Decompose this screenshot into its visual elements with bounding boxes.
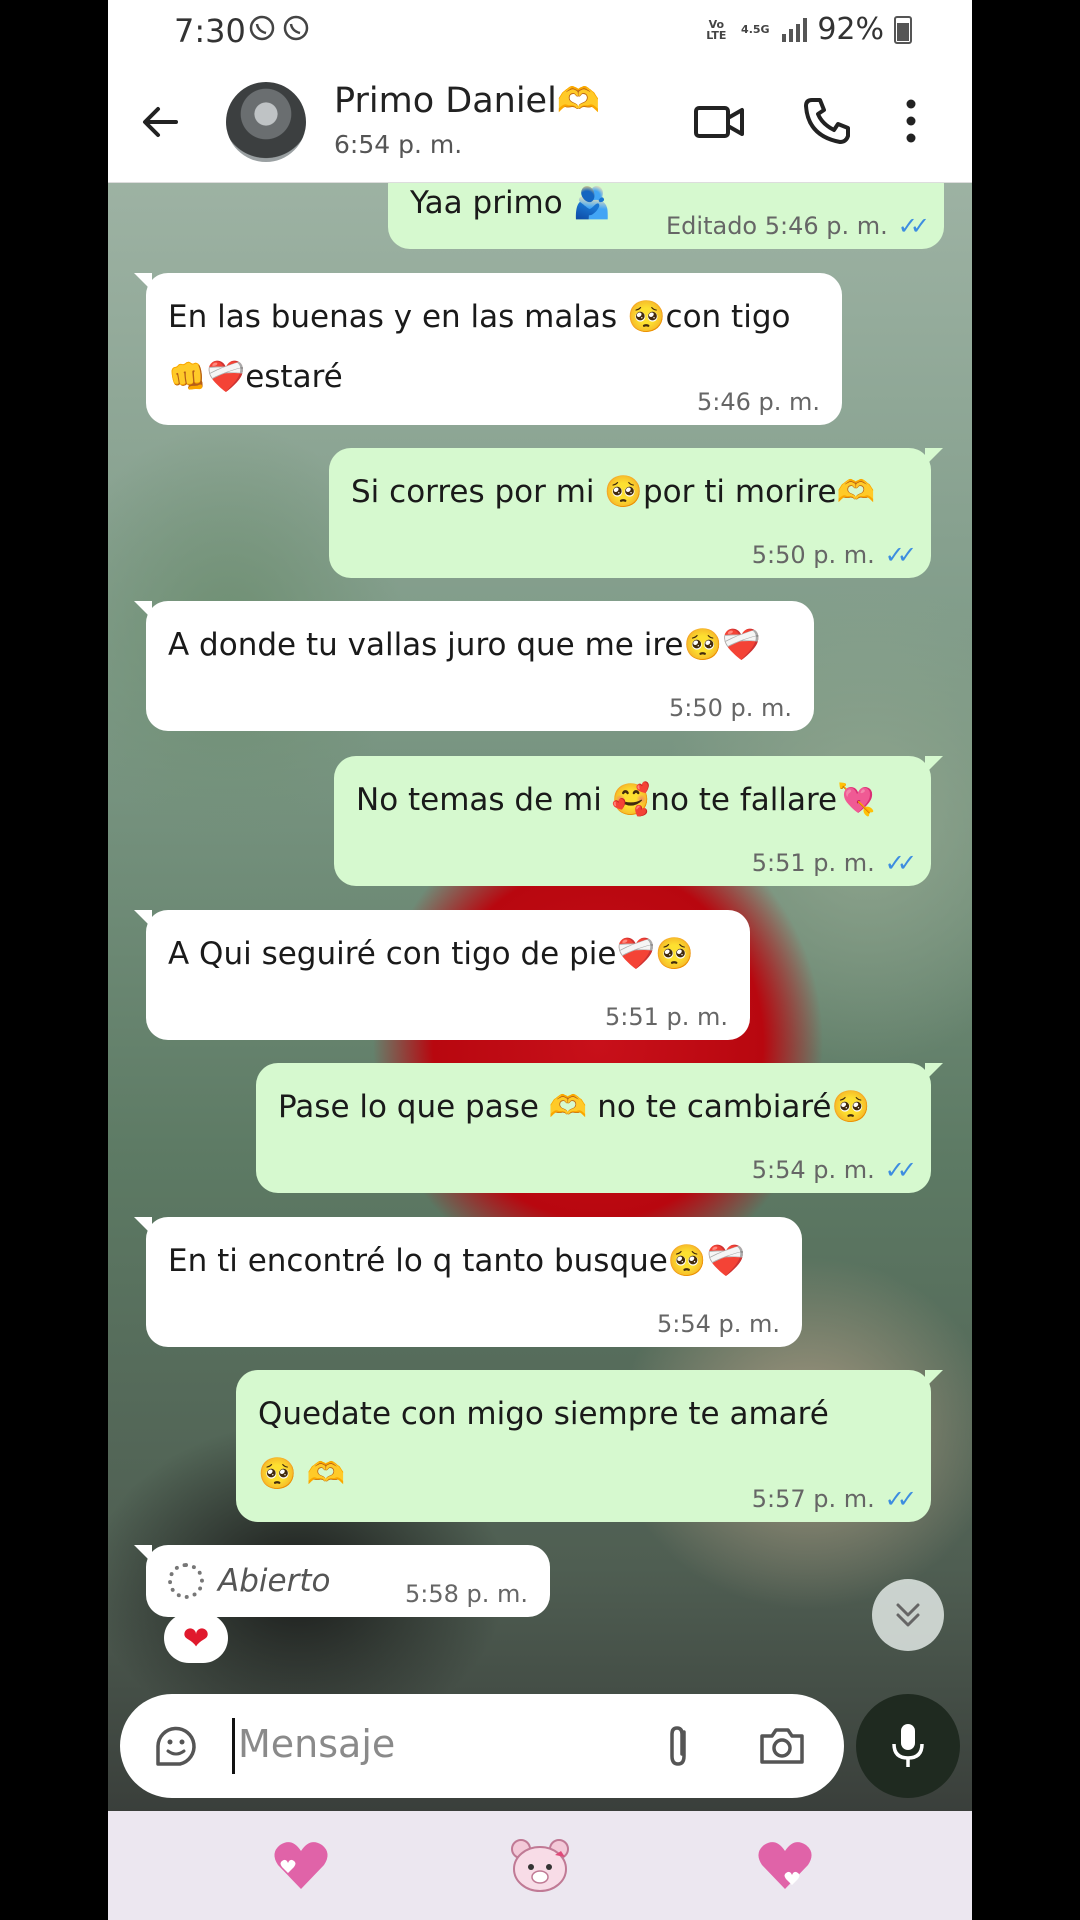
message-text: A Qui seguiré con tigo de pie❤️‍🩹🥺 bbox=[168, 936, 694, 972]
message-meta: 5:51 p. m. bbox=[751, 849, 875, 877]
message-bubble[interactable]: No temas de mi 🥰no te fallare💘 5:51 p. m… bbox=[334, 756, 943, 886]
message-meta: 5:50 p. m. bbox=[751, 541, 875, 569]
message-meta: 5:46 p. m. bbox=[696, 388, 820, 416]
double-check-icon: ✓✓ bbox=[897, 212, 930, 240]
message-composer[interactable]: Mensaje bbox=[120, 1694, 844, 1798]
message-text: En las buenas y en las malas 🥺con tigo 👊… bbox=[168, 299, 791, 395]
heart-icon[interactable] bbox=[268, 1833, 334, 1899]
message-meta: 5:54 p. m. bbox=[656, 1310, 780, 1338]
double-check-icon: ✓✓ bbox=[884, 849, 917, 877]
whatsapp-icon bbox=[283, 15, 309, 41]
message-text: Yaa primo 🫂 bbox=[410, 185, 612, 221]
message-meta: 5:51 p. m. bbox=[604, 1003, 728, 1031]
arrow-left-icon[interactable] bbox=[138, 100, 182, 144]
double-check-icon: ✓✓ bbox=[884, 1485, 917, 1513]
battery-percent: 92% bbox=[817, 12, 884, 47]
paperclip-icon[interactable] bbox=[652, 1720, 704, 1772]
view-once-icon bbox=[168, 1563, 204, 1599]
message-text: Quedate con migo siempre te amaré 🥺 🫶 bbox=[258, 1396, 829, 1492]
status-right: Vo LTE 4.5G 92% bbox=[704, 12, 912, 47]
teddy-bear-icon[interactable] bbox=[507, 1833, 573, 1899]
status-bar: 7:30 Vo LTE 4.5G 92% bbox=[108, 0, 972, 62]
message-input[interactable]: Mensaje bbox=[238, 1722, 395, 1766]
message-bubble[interactable]: En ti encontré lo q tanto busque🥺❤️‍🩹 5:… bbox=[134, 1217, 802, 1347]
message-meta: 5:58 p. m. bbox=[404, 1580, 528, 1608]
message-text: A donde tu vallas juro que me ire🥺❤️‍🩹 bbox=[168, 627, 761, 663]
message-bubble[interactable]: A Qui seguiré con tigo de pie❤️‍🩹🥺 5:51 … bbox=[134, 910, 750, 1040]
last-seen: 6:54 p. m. bbox=[334, 130, 463, 159]
double-check-icon: ✓✓ bbox=[884, 541, 917, 569]
message-meta: Editado 5:46 p. m. bbox=[666, 212, 888, 240]
avatar[interactable] bbox=[226, 82, 306, 162]
bottom-navigation bbox=[108, 1811, 972, 1920]
microphone-button[interactable] bbox=[856, 1694, 960, 1798]
message-text: Si corres por mi 🥺por ti morire🫶 bbox=[351, 474, 876, 510]
message-text: Abierto bbox=[218, 1563, 331, 1599]
message-bubble[interactable]: Yaa primo 🫂 Editado 5:46 p. m. ✓✓ bbox=[388, 183, 944, 249]
phone-icon[interactable] bbox=[798, 92, 856, 150]
camera-icon[interactable] bbox=[756, 1720, 808, 1772]
sticker-icon[interactable] bbox=[150, 1720, 202, 1772]
chat-header: Primo Daniel🫶 6:54 p. m. bbox=[108, 62, 972, 183]
phone-screen: 7:30 Vo LTE 4.5G 92% Primo Daniel🫶 6:54 … bbox=[108, 0, 972, 1920]
message-text: No temas de mi 🥰no te fallare💘 bbox=[356, 782, 876, 818]
status-notification-icons bbox=[248, 14, 310, 42]
message-bubble[interactable]: En las buenas y en las malas 🥺con tigo 👊… bbox=[134, 273, 842, 425]
heart-icon[interactable] bbox=[752, 1833, 818, 1899]
chat-background: Yaa primo 🫂 Editado 5:46 p. m. ✓✓ En las … bbox=[108, 183, 972, 1811]
microphone-icon bbox=[892, 1724, 924, 1767]
message-meta: 5:54 p. m. bbox=[751, 1156, 875, 1184]
message-bubble[interactable]: Si corres por mi 🥺por ti morire🫶 5:50 p.… bbox=[329, 448, 943, 578]
view-once-message[interactable]: Abierto 5:58 p. m. bbox=[134, 1545, 550, 1617]
message-bubble[interactable]: Quedate con migo siempre te amaré 🥺 🫶 5:… bbox=[236, 1370, 943, 1522]
message-text: Pase lo que pase 🫶 no te cambiaré🥺 bbox=[278, 1089, 871, 1125]
signal-icon bbox=[782, 17, 808, 42]
volte-indicator: Vo LTE bbox=[706, 17, 727, 42]
double-check-icon: ✓✓ bbox=[884, 1156, 917, 1184]
battery-icon bbox=[894, 15, 912, 44]
message-meta: 5:57 p. m. bbox=[751, 1485, 875, 1513]
whatsapp-icon bbox=[249, 15, 275, 41]
message-bubble[interactable]: Pase lo que pase 🫶 no te cambiaré🥺 5:54 … bbox=[256, 1063, 943, 1193]
network-type: 4.5G bbox=[741, 23, 770, 36]
status-time: 7:30 bbox=[174, 12, 246, 50]
more-vert-icon[interactable] bbox=[882, 92, 940, 150]
text-caret bbox=[232, 1718, 235, 1774]
double-chevron-down-icon[interactable] bbox=[872, 1579, 944, 1651]
message-bubble[interactable]: A donde tu vallas juro que me ire🥺❤️‍🩹 5… bbox=[134, 601, 814, 731]
contact-name[interactable]: Primo Daniel🫶 bbox=[334, 80, 600, 121]
message-meta: 5:50 p. m. bbox=[668, 694, 792, 722]
heart-reaction-icon[interactable]: ❤ bbox=[164, 1613, 228, 1663]
message-text: En ti encontré lo q tanto busque🥺❤️‍🩹 bbox=[168, 1243, 746, 1279]
video-camera-icon[interactable] bbox=[690, 92, 748, 150]
